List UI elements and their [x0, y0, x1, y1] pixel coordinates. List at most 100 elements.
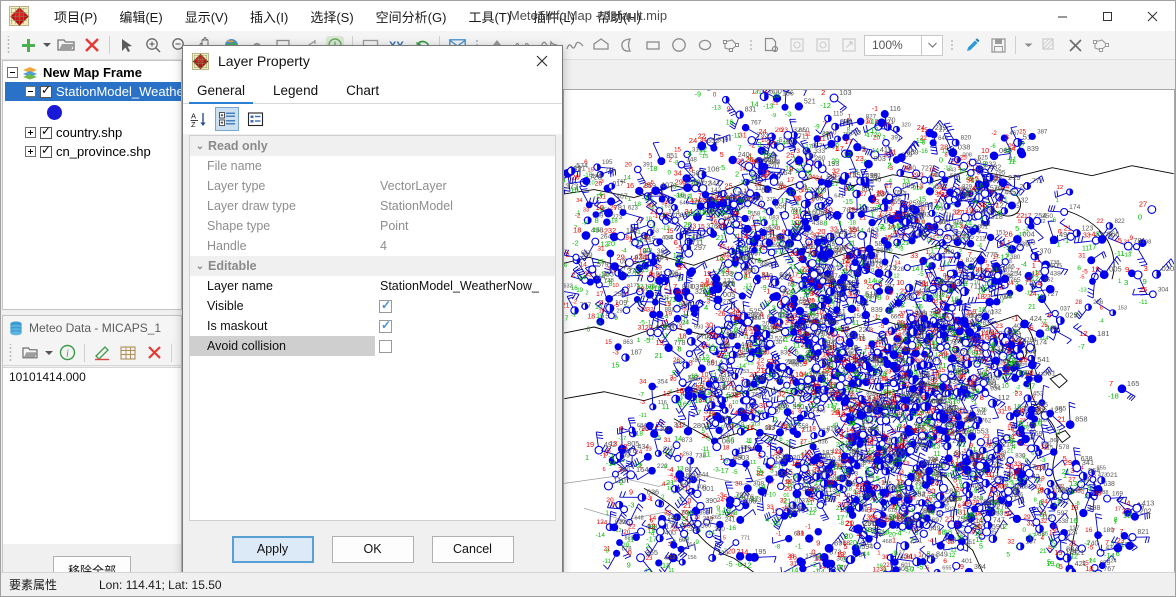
zoom-page-out-icon[interactable]: [810, 33, 836, 58]
edit-vertices-icon[interactable]: [718, 33, 744, 58]
chevron-down-icon[interactable]: [922, 34, 943, 56]
svg-text:-10: -10: [752, 337, 763, 346]
categorized-view-button[interactable]: [215, 107, 239, 131]
svg-text:6: 6: [832, 405, 836, 412]
property-row-layer-draw-type[interactable]: Layer draw type StationModel: [190, 196, 555, 216]
close-button[interactable]: [1130, 1, 1175, 31]
tree-item-map-frame[interactable]: New Map Frame: [5, 63, 181, 82]
maximize-button[interactable]: [1085, 1, 1130, 31]
remove-layer-icon[interactable]: [79, 33, 105, 58]
menu-select[interactable]: 选择(S): [299, 3, 364, 30]
menu-spatial-analysis[interactable]: 空间分析(G): [365, 3, 458, 30]
property-pages-button[interactable]: [243, 107, 267, 131]
ellipse-icon[interactable]: [692, 33, 718, 58]
svg-text:29: 29: [875, 340, 881, 346]
info-icon[interactable]: i: [54, 340, 80, 365]
menu-tools[interactable]: 工具(T): [457, 3, 522, 30]
property-row-file-name[interactable]: File name: [190, 156, 555, 176]
tab-chart[interactable]: Chart: [332, 83, 393, 104]
dialog-close-button[interactable]: [522, 46, 562, 76]
open-file-dropdown-icon[interactable]: [43, 340, 54, 365]
property-row-layer-type[interactable]: Layer type VectorLayer: [190, 176, 555, 196]
meteo-file-list[interactable]: 10101414.000: [3, 367, 181, 544]
svg-text:-7: -7: [809, 287, 815, 293]
list-item[interactable]: 10101414.000: [3, 368, 181, 386]
zoom-in-icon[interactable]: [140, 33, 166, 58]
property-row-handle[interactable]: Handle 4: [190, 236, 555, 256]
expander-plus-icon[interactable]: [25, 127, 36, 138]
sort-alphabetical-button[interactable]: A Z: [187, 107, 211, 131]
menu-project[interactable]: 项目(P): [43, 3, 108, 30]
polygon-icon[interactable]: [588, 33, 614, 58]
map-view[interactable]: 206565-515002281008310181701003131533111…: [563, 89, 1175, 573]
layer-visibility-checkbox[interactable]: [40, 143, 52, 158]
meteo-toolbar-grip[interactable]: [7, 343, 15, 362]
property-row-is-maskout[interactable]: Is maskout: [190, 316, 555, 336]
property-row-avoid-collision[interactable]: Avoid collision: [190, 336, 555, 356]
tree-item-cn-province-shp[interactable]: cn_province.shp: [5, 142, 181, 161]
ok-button[interactable]: OK: [331, 535, 414, 563]
open-file-icon[interactable]: [17, 340, 43, 365]
chevron-down-icon[interactable]: ⌄: [194, 141, 206, 152]
cancel-button[interactable]: Cancel: [431, 535, 514, 563]
dots-icon-2[interactable]: [744, 33, 758, 58]
layer-name-value[interactable]: StationModel_WeatherNow_: [375, 279, 539, 293]
property-row-visible[interactable]: Visible: [190, 296, 555, 316]
expander-minus-icon[interactable]: [25, 86, 36, 97]
circle-icon[interactable]: [666, 33, 692, 58]
table-icon[interactable]: [115, 340, 141, 365]
clip-icon[interactable]: [1036, 33, 1062, 58]
menu-insert[interactable]: 插入(I): [239, 3, 299, 30]
draw-icon[interactable]: [89, 340, 115, 365]
svg-text:30: 30: [842, 254, 849, 261]
tree-item-country-shp[interactable]: country.shp: [5, 123, 181, 142]
pencil-icon[interactable]: [959, 33, 985, 58]
zoom-level-value[interactable]: 100%: [864, 34, 922, 56]
toolbar-grip[interactable]: [5, 36, 13, 54]
export-icon[interactable]: [836, 33, 862, 58]
select-arrow-icon[interactable]: [114, 33, 140, 58]
menu-edit[interactable]: 编辑(E): [108, 3, 173, 30]
menu-view[interactable]: 显示(V): [174, 3, 239, 30]
tab-general[interactable]: General: [183, 83, 259, 104]
svg-text:25: 25: [867, 284, 874, 290]
page-setup-icon[interactable]: [758, 33, 784, 58]
close-red-icon[interactable]: [141, 340, 167, 365]
add-layer-dropdown-icon[interactable]: [41, 33, 53, 58]
chevron-down-icon[interactable]: ⌄: [194, 261, 206, 272]
map-canvas[interactable]: 206565-515002281008310181701003131533111…: [564, 90, 1174, 572]
node-edit-icon[interactable]: [1088, 33, 1114, 58]
expander-minus-icon[interactable]: [7, 67, 18, 78]
layer-visibility-checkbox[interactable]: [40, 83, 52, 98]
curve-polygon-icon[interactable]: [614, 33, 640, 58]
property-key: Avoid collision: [190, 336, 375, 356]
visible-checkbox[interactable]: [379, 298, 392, 313]
save-icon[interactable]: [985, 33, 1011, 58]
zoom-page-in-icon[interactable]: [784, 33, 810, 58]
svg-text:153: 153: [740, 369, 749, 375]
rectangle-icon[interactable]: [640, 33, 666, 58]
menu-help[interactable]: 帮助(H): [586, 3, 652, 30]
dropdown-arrow-icon[interactable]: [1020, 33, 1036, 58]
open-folder-icon[interactable]: [53, 33, 79, 58]
minimize-button[interactable]: [1040, 1, 1085, 31]
property-group-editable[interactable]: ⌄ Editable: [190, 256, 555, 276]
menu-plugins[interactable]: 插件(L): [522, 3, 586, 30]
avoid-collision-checkbox[interactable]: [379, 339, 392, 353]
dots-icon-3[interactable]: [945, 33, 959, 58]
property-grid[interactable]: ⌄ Read only File name Layer type VectorL…: [189, 135, 556, 521]
expander-plus-icon[interactable]: [25, 146, 36, 157]
property-row-shape-type[interactable]: Shape type Point: [190, 216, 555, 236]
property-row-layer-name[interactable]: Layer name StationModel_WeatherNow_: [190, 276, 555, 296]
apply-button[interactable]: Apply: [231, 535, 314, 563]
property-group-readonly[interactable]: ⌄ Read only: [190, 136, 555, 156]
polyline-icon[interactable]: [562, 33, 588, 58]
is-maskout-checkbox[interactable]: [379, 318, 392, 333]
svg-text:593: 593: [694, 325, 703, 331]
tab-legend[interactable]: Legend: [259, 83, 332, 104]
add-layer-icon[interactable]: [15, 33, 41, 58]
zoom-level-combo[interactable]: 100%: [864, 34, 943, 56]
layer-visibility-checkbox[interactable]: [40, 124, 52, 139]
tree-item-stationmodel-layer[interactable]: StationModel_Weather: [5, 82, 181, 101]
delete-icon[interactable]: [1062, 33, 1088, 58]
